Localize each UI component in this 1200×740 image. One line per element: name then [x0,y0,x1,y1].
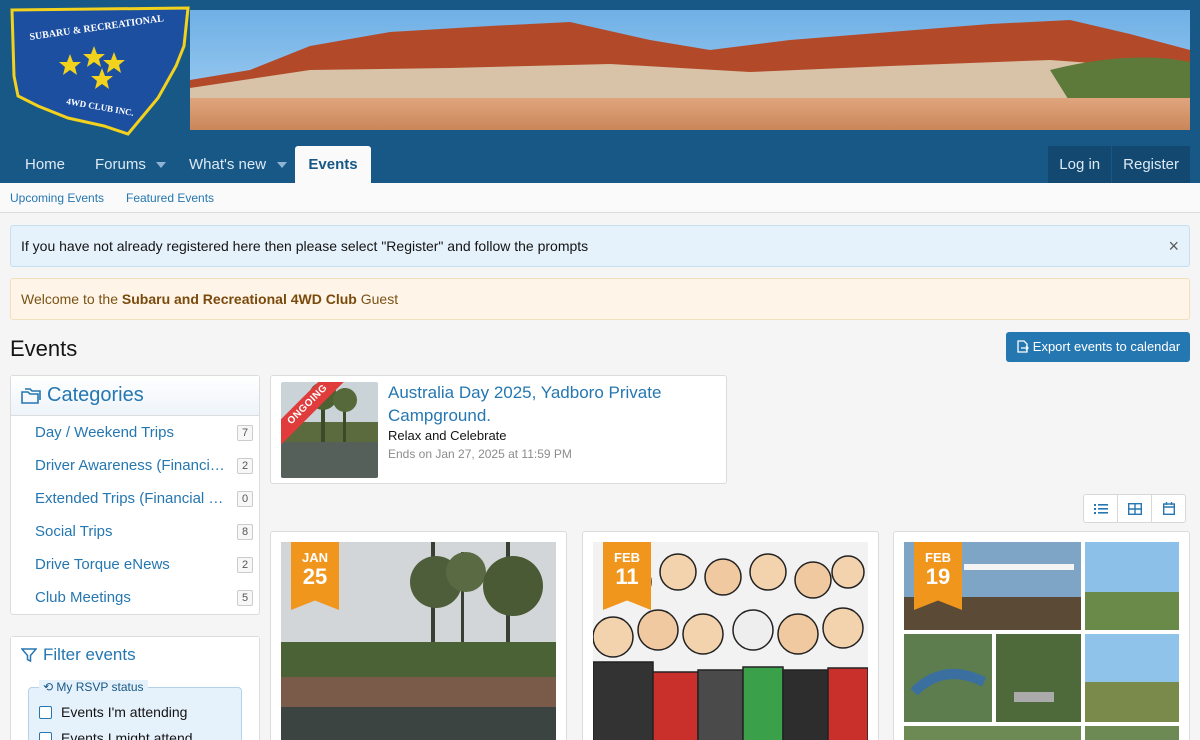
view-toggle-group [1083,494,1186,523]
sub-nav: Upcoming Events Featured Events [0,183,1200,213]
event-date-badge: FEB 11 [603,542,651,610]
category-count: 5 [237,590,253,606]
folders-icon [21,387,41,404]
categories-header: Categories [11,376,259,416]
event-day: 19 [925,564,951,589]
category-item[interactable]: Day / Weekend Trips 7 [11,416,259,449]
export-calendar-label: Export events to calendar [1032,339,1181,354]
categories-block: Categories Day / Weekend Trips 7 Driver A… [10,375,260,615]
category-label: Day / Weekend Trips [35,424,174,441]
forums-dropdown-icon[interactable] [156,162,166,168]
subnav-upcoming-events[interactable]: Upcoming Events [10,191,104,205]
featured-event-end-date: Ends on Jan 27, 2025 at 11:59 PM [388,447,572,461]
nav-forums[interactable]: Forums [95,146,146,183]
checkbox-icon[interactable] [39,706,52,719]
filter-title: Filter events [43,645,136,664]
event-card[interactable]: FEB 19 [893,531,1190,740]
category-label: Driver Awareness (Financial Members Only… [35,457,231,474]
category-label: Drive Torque eNews [35,556,170,573]
welcome-notice: Welcome to the Subaru and Recreational 4… [10,278,1190,320]
event-month: JAN [301,550,328,565]
event-card[interactable]: JAN 25 [270,531,567,740]
whats-new-dropdown-icon[interactable] [277,162,287,168]
filter-header[interactable]: Filter events [11,637,259,673]
club-logo[interactable]: SUBARU & RECREATIONAL 4WD CLUB INC. [8,6,190,140]
nav-events[interactable]: Events [295,146,371,183]
export-calendar-button[interactable]: Export events to calendar [1006,332,1190,362]
event-date-badge: FEB 19 [914,542,962,610]
rsvp-legend-label: My RSVP status [56,680,144,694]
checkbox-icon[interactable] [39,732,52,740]
rsvp-icon: ⟲ [43,680,57,694]
event-day: 25 [302,564,328,589]
category-count: 7 [237,425,253,441]
nav-home[interactable]: Home [25,146,65,183]
category-item[interactable]: Club Meetings 5 [11,581,259,614]
register-notice: If you have not already registered here … [10,225,1190,267]
welcome-text-pre: Welcome to the [21,291,119,307]
register-link[interactable]: Register [1111,146,1190,183]
rsvp-option-label: Events I might attend [61,730,193,740]
auth-links: Log in Register [1048,146,1190,183]
export-icon [1017,340,1029,353]
welcome-club-name: Subaru and Recreational 4WD Club [121,291,357,307]
category-item[interactable]: Extended Trips (Financial Club Members O… [11,482,259,515]
grid-view-icon[interactable] [1117,495,1151,522]
featured-event-subtitle: Relax and Celebrate [388,428,507,443]
register-notice-text: If you have not already registered here … [21,238,589,254]
categories-title: Categories [47,384,144,406]
event-month: FEB [925,550,951,565]
event-day: 11 [615,564,639,589]
login-link[interactable]: Log in [1048,146,1111,183]
category-count: 2 [237,458,253,474]
category-label: Social Trips [35,523,113,540]
welcome-text-post: Guest [360,291,399,307]
event-month: FEB [614,550,640,565]
page-title: Events [10,336,78,361]
main-nav: Home Forums What's new Events Log in Reg… [0,146,1200,183]
filter-block: Filter events ⟲ My RSVP status Events I'… [10,636,260,740]
rsvp-fieldset: ⟲ My RSVP status Events I'm attending Ev… [28,680,242,740]
filter-icon [21,648,37,663]
event-date-badge: JAN 25 [291,542,339,610]
subnav-featured-events[interactable]: Featured Events [126,191,214,205]
rsvp-option-label: Events I'm attending [61,704,188,720]
list-view-icon[interactable] [1084,495,1117,522]
close-icon[interactable]: × [1168,226,1179,266]
category-count: 0 [237,491,253,507]
featured-event-title[interactable]: Australia Day 2025, Yadboro Private Camp… [388,381,708,427]
rsvp-might-attend-checkbox[interactable]: Events I might attend [39,728,239,740]
category-item[interactable]: Drive Torque eNews 2 [11,548,259,581]
event-card[interactable]: FEB 11 [582,531,879,740]
header-banner-image [190,10,1190,130]
site-header: SUBARU & RECREATIONAL 4WD CLUB INC. [0,0,1200,146]
category-item[interactable]: Driver Awareness (Financial Members Only… [11,449,259,482]
category-count: 8 [237,524,253,540]
calendar-view-icon[interactable] [1151,495,1185,522]
featured-event-thumbnail[interactable]: ONGOING [281,382,378,478]
category-label: Club Meetings [35,589,131,606]
featured-event-card[interactable]: ONGOING Australia Day 2025, Yadboro Priv… [270,375,727,484]
category-item[interactable]: Social Trips 8 [11,515,259,548]
nav-whats-new[interactable]: What's new [189,146,266,183]
category-count: 2 [237,557,253,573]
category-label: Extended Trips (Financial Club Members O… [35,490,231,507]
rsvp-legend: ⟲ My RSVP status [39,680,148,694]
rsvp-attending-checkbox[interactable]: Events I'm attending [39,702,239,722]
